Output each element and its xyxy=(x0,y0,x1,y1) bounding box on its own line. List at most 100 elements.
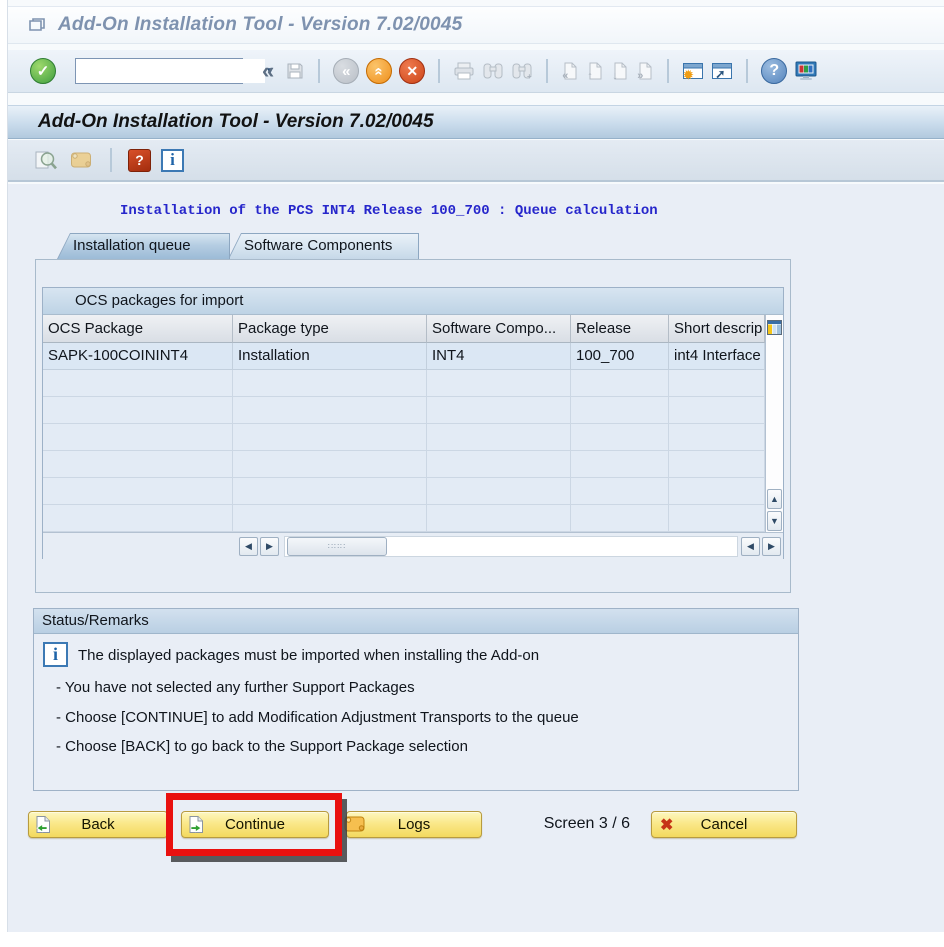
empty-cell[interactable] xyxy=(233,451,427,478)
tab-strip: Installation queue Software Components xyxy=(57,233,419,259)
save-button[interactable] xyxy=(285,61,305,81)
empty-cell[interactable] xyxy=(43,370,233,397)
toolbar-separator xyxy=(746,59,748,83)
tab-label: Software Components xyxy=(228,237,398,254)
empty-cell[interactable] xyxy=(669,478,765,505)
empty-cell[interactable] xyxy=(571,478,669,505)
next-page-arrow: ↓ xyxy=(612,70,618,82)
column-header-ocs-package[interactable]: OCS Package xyxy=(43,315,233,343)
enter-button[interactable]: ✓ xyxy=(30,58,56,84)
collapse-toolbar-icon[interactable]: « xyxy=(262,60,274,82)
cancel-nav-button[interactable]: ✕ xyxy=(399,58,425,84)
table-empty-row[interactable] xyxy=(43,505,765,532)
empty-cell[interactable] xyxy=(43,424,233,451)
empty-cell[interactable] xyxy=(43,451,233,478)
scroll-right-button-2[interactable]: ▶ xyxy=(762,537,781,556)
empty-cell[interactable] xyxy=(233,370,427,397)
empty-cell[interactable] xyxy=(669,397,765,424)
app-logs-button[interactable] xyxy=(69,150,94,170)
empty-cell[interactable] xyxy=(43,397,233,424)
horizontal-scrollbar[interactable]: ◀ ▶ ∷∷∷ ◀ ▶ xyxy=(43,532,783,559)
application-titlebar: Add-On Installation Tool - Version 7.02/… xyxy=(0,105,944,139)
status-remarks-header: Status/Remarks xyxy=(34,609,798,634)
empty-cell[interactable] xyxy=(571,370,669,397)
back-page-icon xyxy=(34,815,51,838)
tab-software-components[interactable]: Software Components xyxy=(228,233,419,259)
cell-short-description[interactable]: int4 Interface xyxy=(669,343,765,370)
scroll-down-button[interactable]: ▼ xyxy=(767,511,782,531)
scroll-left-button-2[interactable]: ◀ xyxy=(741,537,760,556)
info-icon[interactable]: i xyxy=(161,149,184,172)
scroll-left-button[interactable]: ◀ xyxy=(239,537,258,556)
empty-cell[interactable] xyxy=(571,451,669,478)
empty-cell[interactable] xyxy=(669,370,765,397)
new-session-button[interactable]: ✹ xyxy=(682,62,704,80)
cancel-button[interactable]: ✖ Cancel xyxy=(651,811,797,838)
find-button[interactable] xyxy=(482,61,504,81)
empty-cell[interactable] xyxy=(233,478,427,505)
scroll-right-button[interactable]: ▶ xyxy=(260,537,279,556)
horizontal-scroll-thumb[interactable]: ∷∷∷ xyxy=(287,537,387,556)
empty-cell[interactable] xyxy=(427,505,571,532)
content-area: Installation of the PCS INT4 Release 100… xyxy=(0,184,944,932)
empty-cell[interactable] xyxy=(43,478,233,505)
first-page-arrow: « xyxy=(562,70,568,82)
cell-ocs-package[interactable]: SAPK-100COININT4 xyxy=(43,343,233,370)
empty-cell[interactable] xyxy=(233,397,427,424)
help-book-icon[interactable]: ? xyxy=(128,149,151,172)
table-row[interactable]: SAPK-100COININT4 Installation INT4 100_7… xyxy=(43,343,765,370)
exit-button[interactable]: « xyxy=(366,58,392,84)
empty-cell[interactable] xyxy=(233,505,427,532)
logs-button[interactable]: Logs xyxy=(346,811,482,838)
table-settings-icon[interactable] xyxy=(767,320,782,340)
gui-settings-button[interactable] xyxy=(794,60,818,82)
empty-cell[interactable] xyxy=(669,505,765,532)
empty-cell[interactable] xyxy=(427,478,571,505)
check-queue-button[interactable] xyxy=(34,149,59,172)
print-button[interactable] xyxy=(453,61,475,81)
status-info-message: The displayed packages must be imported … xyxy=(78,647,539,664)
column-header-release[interactable]: Release xyxy=(571,315,669,343)
table-empty-row[interactable] xyxy=(43,478,765,505)
window-menu-icon[interactable] xyxy=(28,17,47,34)
command-field[interactable] xyxy=(76,59,265,83)
column-header-package-type[interactable]: Package type xyxy=(233,315,427,343)
last-page-button[interactable]: » xyxy=(636,61,654,81)
empty-cell[interactable] xyxy=(43,505,233,532)
tab-installation-queue[interactable]: Installation queue xyxy=(57,233,230,259)
table-empty-row[interactable] xyxy=(43,397,765,424)
empty-cell[interactable] xyxy=(427,451,571,478)
cell-software-component[interactable]: INT4 xyxy=(427,343,571,370)
back-nav-button[interactable]: « xyxy=(333,58,359,84)
empty-cell[interactable] xyxy=(427,397,571,424)
table-empty-row[interactable] xyxy=(43,424,765,451)
horizontal-scroll-track[interactable]: ∷∷∷ xyxy=(284,536,738,557)
next-page-button[interactable]: ↓ xyxy=(611,61,629,81)
scroll-up-button[interactable]: ▲ xyxy=(767,489,782,509)
empty-cell[interactable] xyxy=(233,424,427,451)
create-shortcut-button[interactable]: ➚ xyxy=(711,62,733,80)
back-button[interactable]: Back xyxy=(28,811,168,838)
table-empty-row[interactable] xyxy=(43,370,765,397)
help-button[interactable]: ? xyxy=(761,58,787,84)
empty-cell[interactable] xyxy=(571,505,669,532)
continue-button[interactable]: Continue xyxy=(181,811,329,838)
first-page-button[interactable]: « xyxy=(561,61,579,81)
cell-release[interactable]: 100_700 xyxy=(571,343,669,370)
previous-page-button[interactable]: ↑ xyxy=(586,61,604,81)
empty-cell[interactable] xyxy=(571,424,669,451)
column-header-software-component[interactable]: Software Compo... xyxy=(427,315,571,343)
cell-package-type[interactable]: Installation xyxy=(233,343,427,370)
empty-cell[interactable] xyxy=(427,370,571,397)
empty-cell[interactable] xyxy=(571,397,669,424)
column-header-short-description[interactable]: Short descrip xyxy=(669,315,765,343)
screen-indicator: Screen 3 / 6 xyxy=(512,815,630,833)
empty-cell[interactable] xyxy=(669,424,765,451)
empty-cell[interactable] xyxy=(427,424,571,451)
find-next-button[interactable]: + xyxy=(511,61,533,81)
empty-cell[interactable] xyxy=(669,451,765,478)
vertical-scrollbar[interactable]: ▲ ▼ xyxy=(765,315,783,532)
table-empty-row[interactable] xyxy=(43,451,765,478)
window-title: Add-On Installation Tool - Version 7.02/… xyxy=(58,14,462,36)
standard-toolbar: ✓ ▼ « « « ✕ + « ↑ xyxy=(0,50,944,93)
